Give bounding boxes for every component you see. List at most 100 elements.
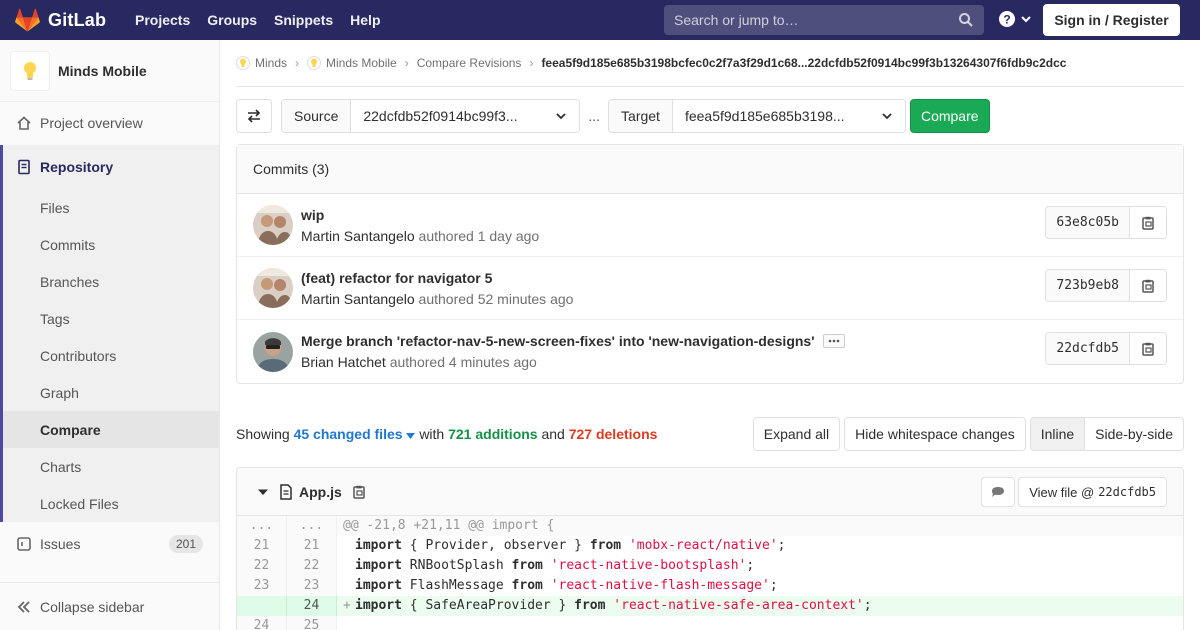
search-input[interactable] [664,12,944,28]
document-icon [16,159,32,175]
collapse-sidebar-button[interactable]: Collapse sidebar [0,582,219,630]
view-file-button[interactable]: View file @ 22dcfdb5 [1018,477,1167,507]
sidebar-item-commits[interactable]: Commits [0,226,219,263]
code-keyword: from [511,558,543,573]
inline-view-button[interactable]: Inline [1029,417,1086,451]
sidebar-item-compare[interactable]: Compare [0,411,219,448]
code-string: 'mobx-react/native' [628,538,778,553]
sidebar-item-charts[interactable]: Charts [0,448,219,485]
code-keyword: import [355,558,402,573]
sidebar-item-branches[interactable]: Branches [0,263,219,300]
nav-projects[interactable]: Projects [127,0,198,40]
commit-time: 4 minutes ago [448,354,537,370]
collapse-sidebar-label: Collapse sidebar [40,598,145,615]
changed-files-dropdown[interactable]: 45 changed files [294,426,416,442]
code-keyword: from [574,598,606,613]
old-line-number[interactable]: 22 [237,556,287,576]
new-line-number[interactable]: ... [287,516,337,536]
sidebar-item-issues[interactable]: Issues 201 [0,522,219,566]
copy-sha-button[interactable] [1130,207,1166,238]
issues-icon [16,536,32,552]
breadcrumb-current[interactable]: feea5f9d185e685b3198bcfec0c2f7a3f29d1c68… [541,56,1066,70]
new-line-number[interactable]: 23 [287,576,337,596]
new-line-number[interactable]: 21 [287,536,337,556]
commit-author[interactable]: Martin Santangelo [301,291,415,307]
avatar[interactable] [253,331,293,372]
commit-title[interactable]: (feat) refactor for navigator 5 [301,270,573,286]
nav-links: Projects Groups Snippets Help [127,0,390,40]
commit-info: Merge branch 'refactor-nav-5-new-screen-… [301,333,845,370]
chevron-down-icon[interactable] [257,486,269,498]
commit-title-text[interactable]: Merge branch 'refactor-nav-5-new-screen-… [301,333,815,349]
target-revision-group: Target feea5f9d185e685b3198... [608,99,906,133]
avatar[interactable] [253,268,293,308]
old-line-number[interactable]: 24 [237,616,287,630]
code-text: { SafeAreaProvider } [401,598,575,613]
breadcrumb-compare-revisions[interactable]: Compare Revisions [417,56,522,70]
sidebar-item-tags[interactable]: Tags [0,300,219,337]
new-line-number[interactable]: 25 [287,616,337,630]
sign-in-register-button[interactable]: Sign in / Register [1043,4,1180,36]
new-line-number[interactable]: 24 [287,596,337,616]
nav-help[interactable]: Help [342,0,388,40]
commit-sha-link[interactable]: 63e8c05b [1046,207,1130,238]
gitlab-home-link[interactable]: GitLab [15,8,127,32]
nav-snippets[interactable]: Snippets [266,0,341,40]
commit-title[interactable]: wip [301,207,539,223]
expand-all-button[interactable]: Expand all [752,417,841,451]
code-keyword: import [355,538,402,553]
new-line-number[interactable]: 22 [287,556,337,576]
old-line-number[interactable]: ... [237,516,287,536]
commit-author[interactable]: Martin Santangelo [301,228,415,244]
avatar[interactable] [253,205,293,245]
copy-sha-button[interactable] [1130,333,1166,364]
source-revision-dropdown[interactable]: 22dcfdb52f0914bc99f3... [351,100,580,132]
view-file-label: View file @ [1029,484,1095,500]
breadcrumb: Minds › Minds Mobile › Compare Revisions… [236,40,1184,87]
old-line-number[interactable]: 21 [237,536,287,556]
commit-author[interactable]: Brian Hatchet [301,354,386,370]
old-line-number[interactable] [237,596,287,616]
breadcrumb-minds[interactable]: Minds [236,56,287,70]
project-header[interactable]: Minds Mobile [0,40,219,102]
hide-whitespace-button[interactable]: Hide whitespace changes [844,417,1026,451]
diff-view-toggle: Inline Side-by-side [1029,417,1184,451]
clipboard-icon[interactable] [352,485,366,499]
showing-label: Showing [236,426,290,442]
diff-line: 23 23 import FlashMessage from 'react-na… [237,576,1183,596]
copy-sha-button[interactable] [1130,270,1166,301]
sidebar-item-label: Repository [40,159,114,175]
chevron-right-icon: › [529,56,534,70]
commit-sha-link[interactable]: 723b9eb8 [1046,270,1130,301]
sidebar-item-files[interactable]: Files [0,189,219,226]
file-name[interactable]: App.js [299,484,342,500]
sidebar-item-graph[interactable]: Graph [0,374,219,411]
target-label: Target [609,100,673,132]
sidebar-item-repository[interactable]: Repository [0,145,219,189]
nav-groups[interactable]: Groups [199,0,265,40]
target-revision-dropdown[interactable]: feea5f9d185e685b3198... [672,100,905,132]
commit-sha-group: 63e8c05b [1045,206,1167,239]
commit-row: wip Martin Santangelo authored 1 day ago… [237,194,1183,257]
diff-line-added: 24 + import { SafeAreaProvider } from 're… [237,596,1183,616]
clipboard-icon [1142,342,1154,356]
side-by-side-view-button[interactable]: Side-by-side [1085,417,1184,451]
diff-file-header: App.js View file @ 22dcfdb5 [237,468,1183,516]
toggle-commit-description-button[interactable] [822,334,845,348]
compare-button[interactable]: Compare [909,99,990,133]
revision-separator: ... [588,108,601,124]
sidebar-item-project-overview[interactable]: Project overview [0,104,219,141]
sidebar-item-contributors[interactable]: Contributors [0,337,219,374]
file-icon [280,483,292,500]
help-dropdown[interactable]: ? [998,10,1032,28]
code-string: 'react-native-safe-area-context' [613,598,864,613]
clipboard-icon [1142,216,1154,230]
project-name: Minds Mobile [58,62,147,79]
chevron-right-icon: › [404,56,409,70]
swap-revisions-button[interactable] [236,99,272,133]
breadcrumb-minds-mobile[interactable]: Minds Mobile [307,56,397,70]
toggle-comments-button[interactable] [981,477,1015,507]
old-line-number[interactable]: 23 [237,576,287,596]
commit-sha-link[interactable]: 22dcfdb5 [1046,333,1130,364]
sidebar-item-locked-files[interactable]: Locked Files [0,485,219,522]
